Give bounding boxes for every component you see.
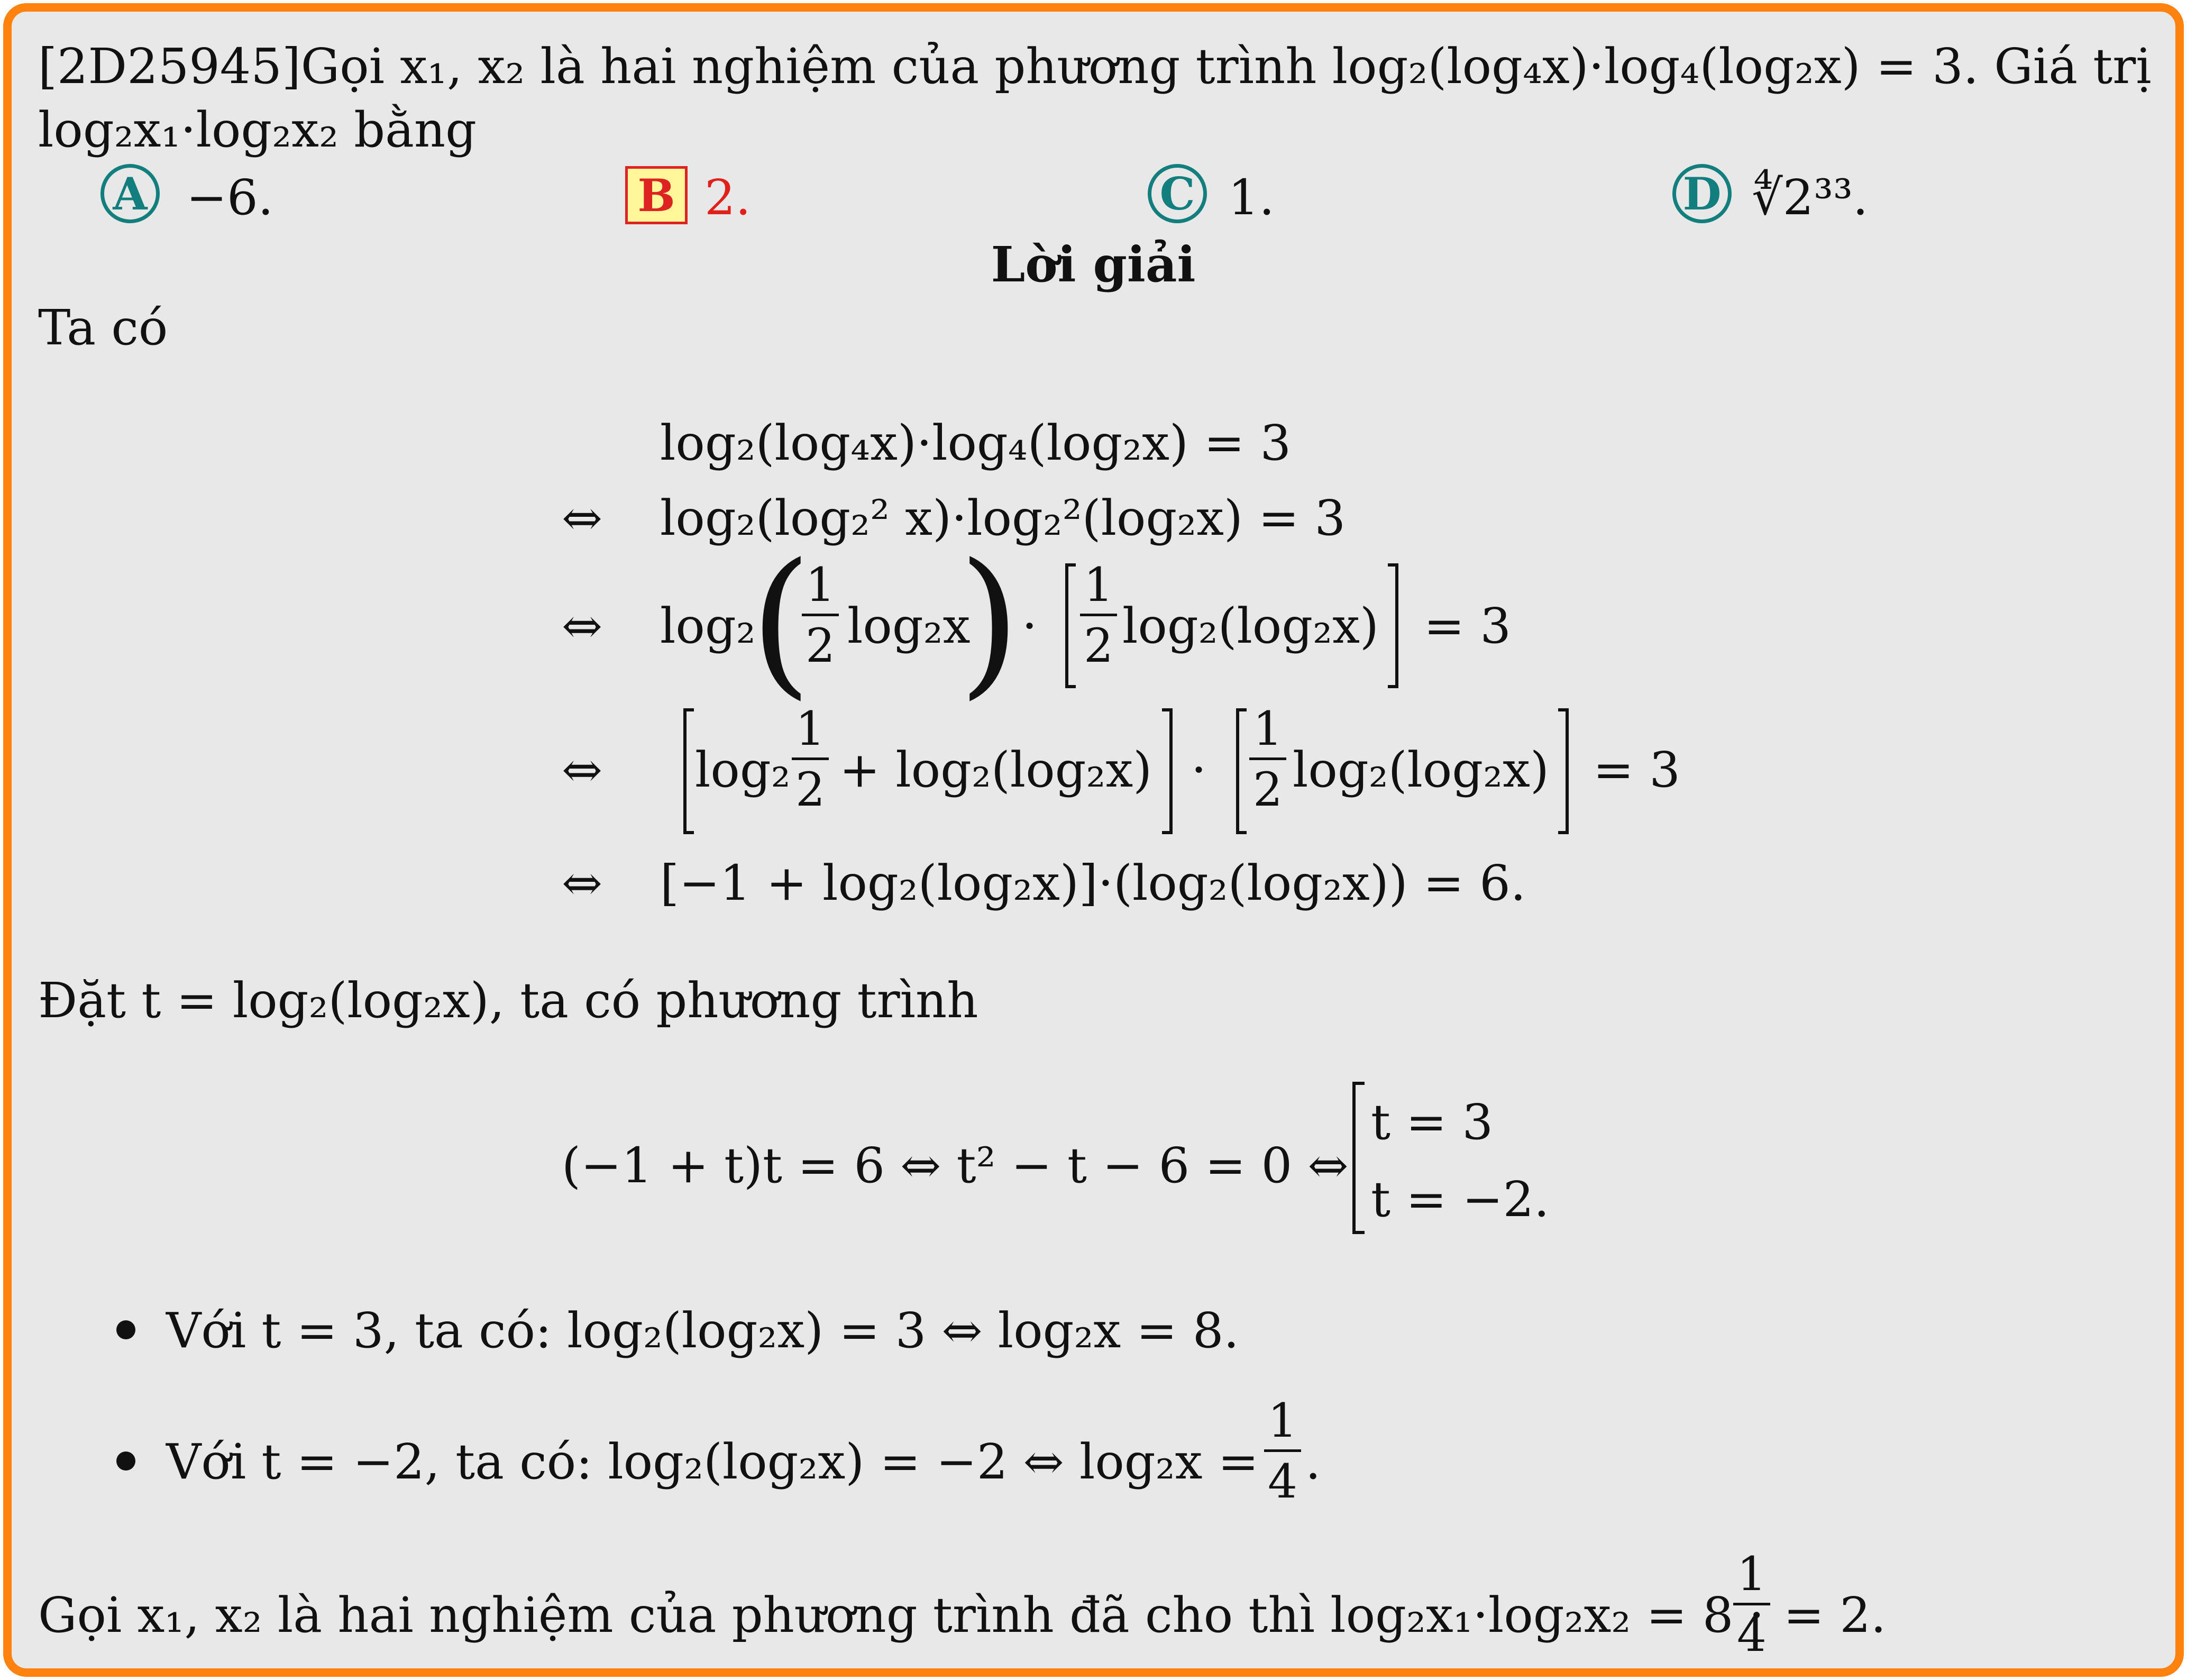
step-4-right-bracket-2 (1558, 708, 1569, 834)
step-3-left-bracket (1065, 563, 1076, 688)
problem-card: [2D25945]Gọi x₁, x₂ là hai nghiệm của ph… (3, 3, 2184, 1677)
step-4-left-bracket-2 (1236, 708, 1247, 834)
step-4-right-bracket-1 (1162, 708, 1173, 834)
roots-bracket (1352, 1082, 1365, 1234)
step-4-left-bracket-1 (683, 708, 694, 834)
step-3-right-bracket (1388, 563, 1398, 688)
bracket-lines (683, 563, 1569, 1234)
